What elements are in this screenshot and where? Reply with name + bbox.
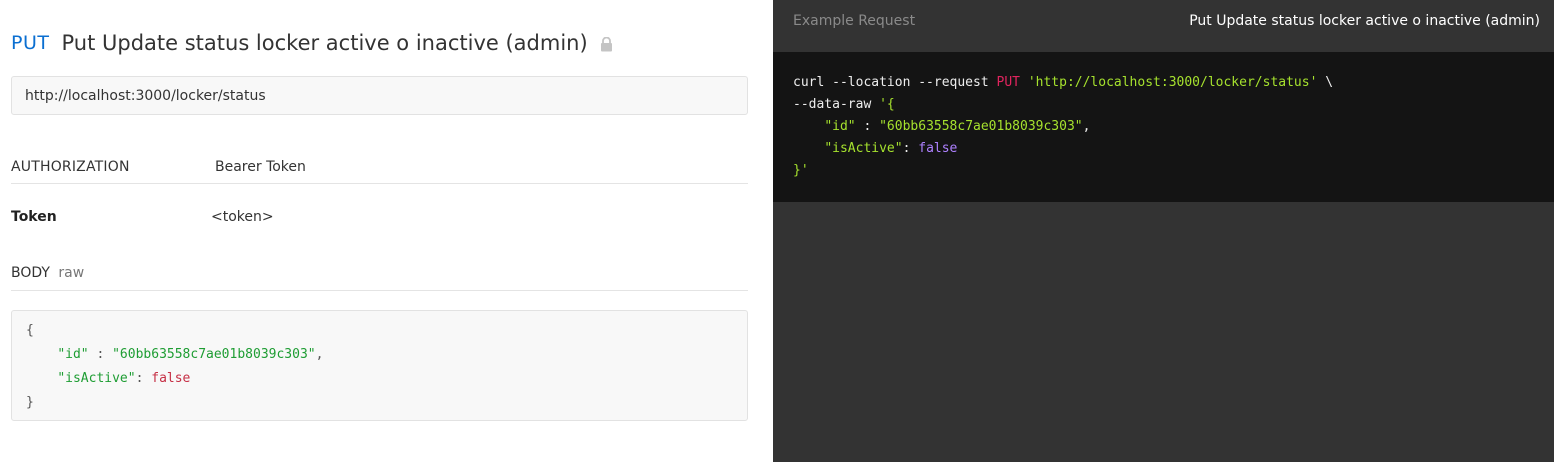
code-comma: , <box>315 347 324 362</box>
code-active-key: "isActive" <box>57 371 136 386</box>
code-separator: : <box>88 347 113 362</box>
curl-separator: : <box>902 141 919 156</box>
curl-id-key: "id" <box>824 119 856 134</box>
http-method-badge: PUT <box>11 32 50 54</box>
curl-space <box>1020 75 1028 90</box>
code-open-brace: { <box>26 323 34 338</box>
example-header: Example Request Put Update status locker… <box>773 0 1554 52</box>
code-line: "id" : "60bb63558c7ae01b8039c303", <box>26 343 733 367</box>
code-line: "isActive": false <box>26 367 733 391</box>
lock-icon <box>600 36 613 52</box>
curl-line: "id" : "60bb63558c7ae01b8039c303", <box>793 116 1534 138</box>
curl-line: }' <box>793 160 1534 182</box>
curl-data-close: }' <box>793 163 809 178</box>
authorization-row: AUTHORIZATION Bearer Token <box>11 150 748 184</box>
authorization-label: AUTHORIZATION <box>11 159 130 175</box>
body-label: BODY raw <box>11 265 84 281</box>
documentation-panel: PUT Put Update status locker active o in… <box>0 0 773 462</box>
curl-id-value: "60bb63558c7ae01b8039c303" <box>879 119 1083 134</box>
token-row: Token <token> <box>11 200 748 234</box>
authorization-type: Bearer Token <box>215 159 306 175</box>
example-request-title: Put Update status locker active o inacti… <box>1189 13 1540 29</box>
body-mode: raw <box>58 265 85 281</box>
code-id-key: "id" <box>57 347 89 362</box>
curl-indent <box>793 119 824 134</box>
example-request-label: Example Request <box>793 13 916 29</box>
curl-comma: , <box>1082 119 1091 134</box>
request-title: Put Update status locker active o inacti… <box>61 31 588 55</box>
curl-data-open: '{ <box>879 97 895 112</box>
code-line: } <box>26 391 733 415</box>
curl-indent <box>793 141 824 156</box>
token-value: <token> <box>211 209 274 225</box>
curl-method: PUT <box>996 75 1020 90</box>
curl-line-continuation: \ <box>1317 75 1334 90</box>
curl-code-block: curl --location --request PUT 'http://lo… <box>773 52 1554 202</box>
request-url: http://localhost:3000/locker/status <box>25 87 266 104</box>
body-title: BODY <box>11 265 50 281</box>
curl-data-raw-flag: --data-raw <box>793 97 880 112</box>
code-id-value: "60bb63558c7ae01b8039c303" <box>112 347 316 362</box>
curl-active-key: "isActive" <box>824 141 903 156</box>
body-code-block: { "id" : "60bb63558c7ae01b8039c303", "is… <box>11 310 748 421</box>
curl-url: 'http://localhost:3000/locker/status' <box>1027 75 1318 90</box>
curl-active-value: false <box>918 141 958 156</box>
request-title-row: PUT Put Update status locker active o in… <box>11 28 613 58</box>
code-line: { <box>26 319 733 343</box>
code-active-value: false <box>151 371 191 386</box>
body-header: BODY raw <box>11 257 748 291</box>
example-request-panel: Example Request Put Update status locker… <box>773 0 1554 462</box>
curl-command: curl --location --request <box>793 75 997 90</box>
curl-line: --data-raw '{ <box>793 94 1534 116</box>
code-separator: : <box>135 371 152 386</box>
curl-line: "isActive": false <box>793 138 1534 160</box>
token-key: Token <box>11 209 57 225</box>
request-url-field[interactable]: http://localhost:3000/locker/status <box>11 76 748 115</box>
code-close-brace: } <box>26 395 34 410</box>
curl-separator: : <box>855 119 880 134</box>
curl-line: curl --location --request PUT 'http://lo… <box>793 72 1534 94</box>
